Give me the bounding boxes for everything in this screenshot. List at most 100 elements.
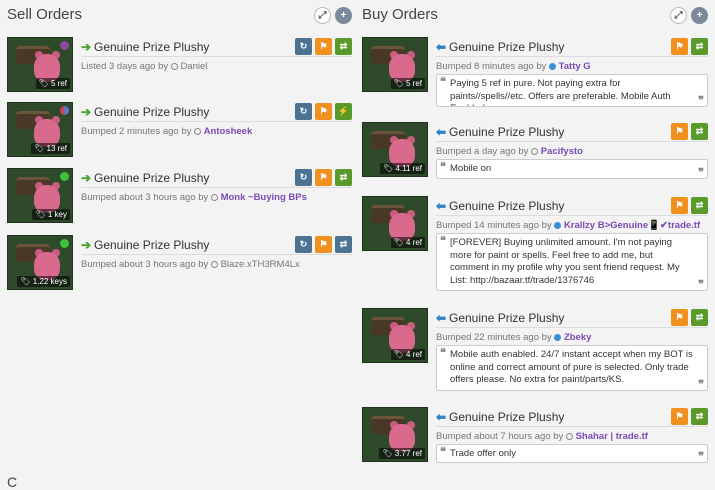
item-thumbnail[interactable]: 🏷 3.77 ref <box>362 407 428 462</box>
user-link[interactable]: Krallzy B>Genuine📱✔trade.tf <box>564 220 700 231</box>
arrow-left-icon: ⬅ <box>436 40 447 54</box>
buy-listing: 🏷 3.77 ref ⬅ Genuine Prize Plushy ⚑ ⇄ Bu… <box>362 407 708 467</box>
item-name[interactable]: Genuine Prize Plushy <box>449 311 564 325</box>
item-thumbnail[interactable]: 🏷 4.11 ref <box>362 122 428 177</box>
arrow-right-icon: ➔ <box>81 238 92 252</box>
listing-comment: ❝ Mobile auth enabled. 24/7 instant acce… <box>436 345 708 391</box>
price-badge: 🏷 4.11 ref <box>380 163 425 174</box>
add-sell-order-button[interactable]: + <box>335 7 352 24</box>
trade-button[interactable]: ⇄ <box>335 38 352 55</box>
item-name[interactable]: Genuine Prize Plushy <box>94 40 209 54</box>
listing-comment: ❝ Trade offer only ❞ <box>436 444 708 463</box>
listing-title-row: ➔ Genuine Prize Plushy ↻ ⚑ ⚡ <box>81 103 352 122</box>
quote-open-icon: ❝ <box>440 235 446 247</box>
listing-title-row: ⬅ Genuine Prize Plushy ⚑ ⇄ <box>436 408 708 427</box>
listing-actions: ⚑ ⇄ <box>671 309 708 326</box>
flag-button[interactable]: ⚑ <box>671 123 688 140</box>
quote-close-icon: ❞ <box>698 278 704 291</box>
item-name[interactable]: Genuine Prize Plushy <box>449 410 564 424</box>
sell-orders-header-buttons: ⤢ + <box>314 7 352 24</box>
trade-button[interactable]: ⇄ <box>691 38 708 55</box>
price-badge: 🏷 13 ref <box>31 143 70 154</box>
trade-button[interactable]: ⇄ <box>691 309 708 326</box>
price-badge: 🏷 1.22 keys <box>17 276 70 287</box>
user-status-icon <box>554 334 562 341</box>
listing-title-row: ⬅ Genuine Prize Plushy ⚑ ⇄ <box>436 309 708 328</box>
user-link[interactable]: Blaze.xTH3RM4Lx <box>221 259 300 270</box>
comment-text: Paying 5 ref in pure. Not paying extra f… <box>450 78 671 106</box>
meta-text: Bumped about 3 hours ago by <box>81 192 209 203</box>
user-link[interactable]: Antosheek <box>204 126 253 137</box>
sell-listing: 🏷 1.22 keys ➔ Genuine Prize Plushy ↻ ⚑ ⇄… <box>7 235 352 295</box>
user-link[interactable]: Shahar | trade.tf <box>576 431 648 442</box>
refresh-button[interactable]: ↻ <box>295 38 312 55</box>
item-thumbnail[interactable]: 🏷 4 ref <box>362 308 428 363</box>
sell-orders-header: Sell Orders ⤢ + <box>7 0 352 30</box>
listing-comment: ❝ Paying 5 ref in pure. Not paying extra… <box>436 74 708 107</box>
item-name[interactable]: Genuine Prize Plushy <box>94 105 209 119</box>
sell-listing: 🏷 1 key ➔ Genuine Prize Plushy ↻ ⚑ ⇄ Bum… <box>7 168 352 228</box>
user-link[interactable]: Pacifysto <box>541 146 583 157</box>
item-thumbnail[interactable]: 🏷 1 key <box>7 168 73 223</box>
listing-title-row: ➔ Genuine Prize Plushy ↻ ⚑ ⇄ <box>81 236 352 255</box>
listing-meta: Bumped 14 minutes ago by Krallzy B>Genui… <box>436 220 700 231</box>
flag-button[interactable]: ⚑ <box>315 38 332 55</box>
sell-orders-title: Sell Orders <box>7 6 83 23</box>
add-buy-order-button[interactable]: + <box>691 7 708 24</box>
refresh-button[interactable]: ↻ <box>295 169 312 186</box>
quote-open-icon: ❝ <box>440 161 446 173</box>
item-name[interactable]: Genuine Prize Plushy <box>449 125 564 139</box>
item-name[interactable]: Genuine Prize Plushy <box>94 171 209 185</box>
flag-button[interactable]: ⚑ <box>315 103 332 120</box>
flag-button[interactable]: ⚑ <box>315 236 332 253</box>
item-thumbnail[interactable]: 🏷 13 ref <box>7 102 73 157</box>
listing-actions: ↻ ⚑ ⚡ <box>295 103 352 120</box>
meta-text: Bumped 2 minutes ago by <box>81 126 192 137</box>
instant-buy-button[interactable]: ⚡ <box>335 103 352 120</box>
item-name[interactable]: Genuine Prize Plushy <box>449 40 564 54</box>
refresh-button[interactable]: ↻ <box>295 103 312 120</box>
item-thumbnail[interactable]: 🏷 1.22 keys <box>7 235 73 290</box>
comment-text: Mobile auth enabled. 24/7 instant accept… <box>450 349 693 385</box>
comment-text: Trade offer only <box>450 448 517 459</box>
user-link[interactable]: Monk ~Buying BPs <box>221 192 307 203</box>
item-thumbnail[interactable]: 🏷 5 ref <box>7 37 73 92</box>
trade-button[interactable]: ⇄ <box>691 408 708 425</box>
trade-button[interactable]: ⇄ <box>691 197 708 214</box>
listing-actions: ↻ ⚑ ⇄ <box>295 169 352 186</box>
expand-icon[interactable]: ⤢ <box>314 7 331 24</box>
listing-meta: Bumped about 3 hours ago by Blaze.xTH3RM… <box>81 259 300 270</box>
user-status-icon <box>549 63 557 70</box>
flag-button[interactable]: ⚑ <box>671 408 688 425</box>
next-section-heading: C <box>7 474 18 490</box>
arrow-left-icon: ⬅ <box>436 311 447 325</box>
trade-button[interactable]: ⇄ <box>335 169 352 186</box>
user-link[interactable]: Zbeky <box>564 332 591 343</box>
flag-button[interactable]: ⚑ <box>671 309 688 326</box>
meta-text: Bumped 8 minutes ago by <box>436 61 547 72</box>
price-value: 4.11 ref <box>395 164 422 173</box>
item-thumbnail[interactable]: 🏷 5 ref <box>362 37 428 92</box>
user-status-icon <box>210 261 218 268</box>
buy-listing: 🏷 5 ref ⬅ Genuine Prize Plushy ⚑ ⇄ Bumpe… <box>362 37 708 107</box>
flag-button[interactable]: ⚑ <box>315 169 332 186</box>
trade-button[interactable]: ⇄ <box>335 236 352 253</box>
meta-text: Bumped about 3 hours ago by <box>81 259 209 270</box>
user-link[interactable]: Daniel <box>180 61 207 72</box>
price-badge: 🏷 4 ref <box>390 237 425 248</box>
expand-icon[interactable]: ⤢ <box>670 7 687 24</box>
trade-button[interactable]: ⇄ <box>691 123 708 140</box>
user-status-icon <box>210 194 218 201</box>
flag-button[interactable]: ⚑ <box>671 38 688 55</box>
price-badge: 🏷 5 ref <box>35 78 70 89</box>
item-name[interactable]: Genuine Prize Plushy <box>449 199 564 213</box>
quote-close-icon: ❞ <box>698 378 704 391</box>
price-value: 13 ref <box>46 144 67 153</box>
item-thumbnail[interactable]: 🏷 4 ref <box>362 196 428 251</box>
listing-meta: Listed 3 days ago by Daniel <box>81 61 207 72</box>
flag-button[interactable]: ⚑ <box>671 197 688 214</box>
user-link[interactable]: Tatty G <box>559 61 591 72</box>
item-name[interactable]: Genuine Prize Plushy <box>94 238 209 252</box>
meta-text: Bumped a day ago by <box>436 146 529 157</box>
refresh-button[interactable]: ↻ <box>295 236 312 253</box>
